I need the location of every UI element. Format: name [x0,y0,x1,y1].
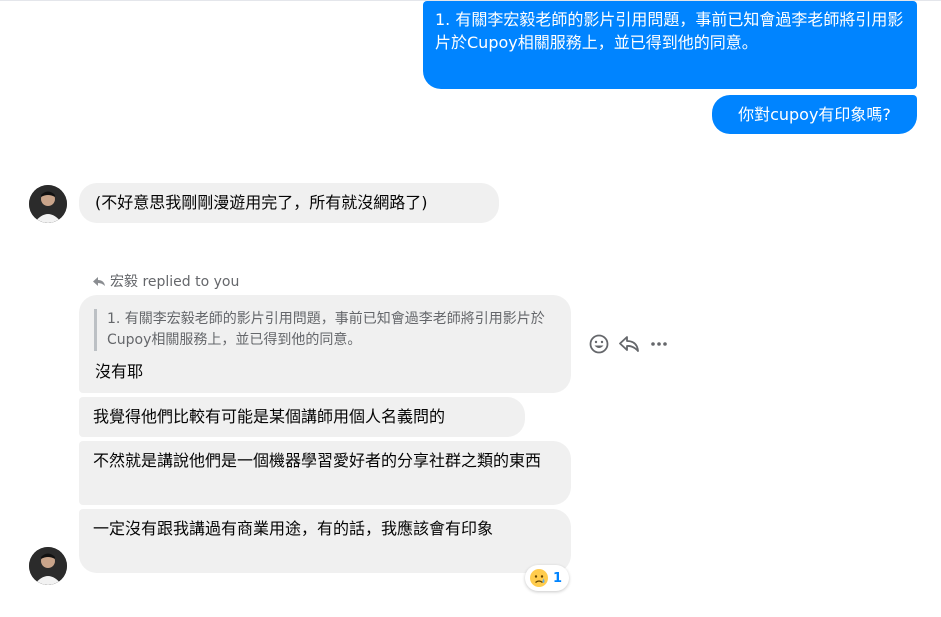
outgoing-message[interactable]: 1. 有關李宏毅老師的影片引用問題，事前已知會過李老師將引用影片於Cupoy相關… [423,1,917,89]
reaction-badge[interactable]: 1 [525,565,570,591]
more-icon [651,342,667,346]
message-actions [588,333,670,355]
avatar-image [29,185,67,223]
reply-header-text: 宏毅 replied to you [110,274,240,290]
incoming-message[interactable]: (不好意思我剛剛漫遊用完了，所有就沒網路了) [79,183,499,223]
sad-tear-emoji-icon [530,569,548,587]
reply-icon [619,336,639,352]
reply-arrow-icon [93,277,105,286]
incoming-message[interactable]: 我覺得他們比較有可能是某個講師用個人名義問的 [79,397,525,437]
quoted-message[interactable]: 1. 有關李宏毅老師的影片引用問題，事前已知會過李老師將引用影片於Cupoy相關… [94,309,555,351]
outgoing-message[interactable]: 你對cupoy有印象嗎? [712,95,917,134]
reply-button[interactable] [618,333,640,355]
incoming-reply-message[interactable]: 1. 有關李宏毅老師的影片引用問題，事前已知會過李老師將引用影片於Cupoy相關… [79,295,571,393]
avatar[interactable] [29,547,67,585]
avatar-image [29,547,67,585]
smiley-icon [589,334,609,354]
reply-text: 沒有耶 [95,362,144,381]
react-button[interactable] [588,333,610,355]
incoming-message[interactable]: 不然就是講說他們是一個機器學習愛好者的分享社群之類的東西 [79,441,571,505]
incoming-message[interactable]: 一定沒有跟我講過有商業用途，有的話，我應該會有印象 [79,509,571,573]
reaction-count: 1 [553,570,563,586]
more-button[interactable] [648,333,670,355]
avatar[interactable] [29,185,67,223]
reply-header: 宏毅 replied to you [92,271,239,291]
